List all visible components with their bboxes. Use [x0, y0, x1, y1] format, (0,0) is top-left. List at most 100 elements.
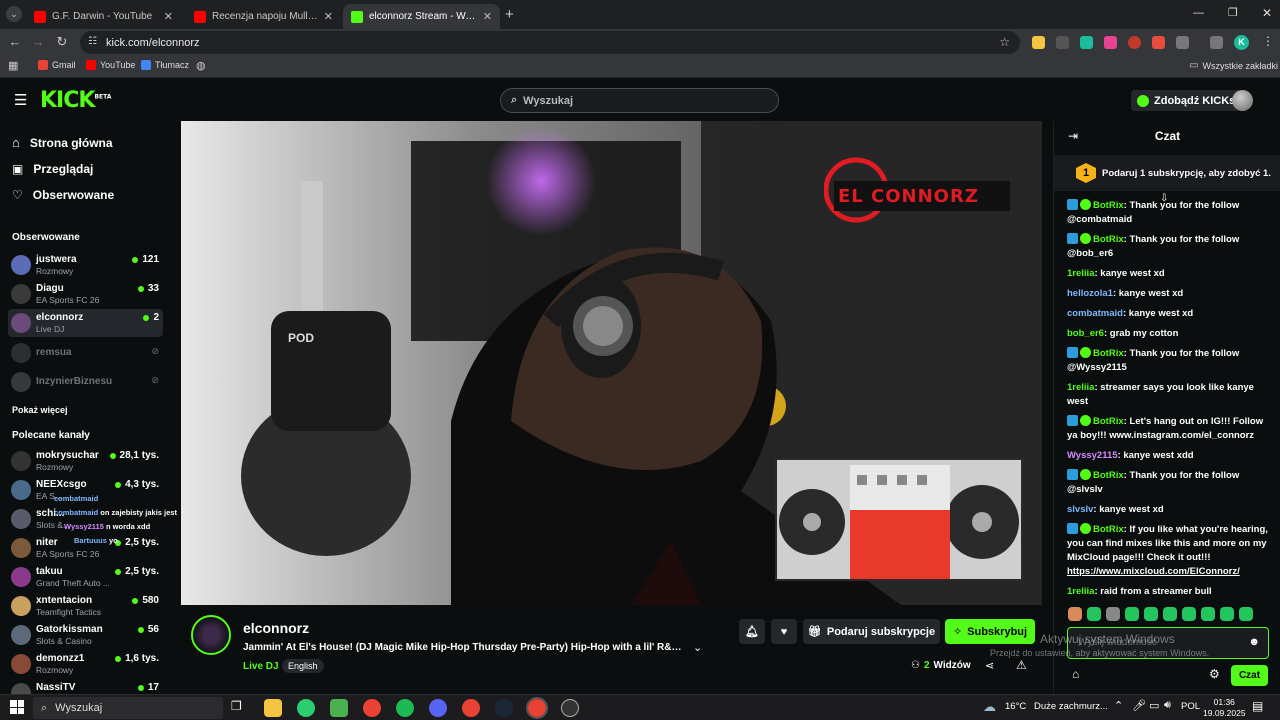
- forward-icon[interactable]: →: [29, 34, 47, 49]
- browser-tab-youtube-darwin[interactable]: G.F. Darwin - YouTube ✕: [26, 4, 181, 29]
- recommended-channel[interactable]: demonzz1 Rozmowy 1,6 tys.: [8, 650, 163, 678]
- emote-icon[interactable]: [1125, 607, 1139, 621]
- browser-menu-icon[interactable]: ⋮: [1262, 34, 1274, 48]
- recommended-channel[interactable]: Gatorkissman Slots & Casino 56: [8, 621, 163, 649]
- chat-username[interactable]: slvslv: [1067, 504, 1093, 515]
- chat-username[interactable]: BotRix: [1093, 200, 1124, 211]
- chat-link[interactable]: https://www.mixcloud.com/ElConnorz/: [1067, 566, 1240, 577]
- task-view-icon[interactable]: ❐: [231, 699, 249, 717]
- chat-username[interactable]: Wyssy2115: [1067, 450, 1118, 461]
- chat-username[interactable]: BotRix: [1093, 234, 1124, 245]
- close-window-icon[interactable]: ✕: [1262, 6, 1272, 20]
- video-player[interactable]: POD EL CONNORZ: [181, 121, 1042, 605]
- followed-channel-inzynierbiznesu[interactable]: InzynierBiznesu ⊘: [8, 368, 163, 396]
- taskbar-search[interactable]: ⌕ Wyszukaj: [33, 697, 223, 719]
- emoji-icon[interactable]: ☻: [1248, 636, 1260, 648]
- subscribe-button[interactable]: ✧ Subskrybuj: [945, 619, 1035, 644]
- get-kicks-button[interactable]: Zdobądź KICKs: [1131, 90, 1242, 111]
- weather-icon[interactable]: ☁: [983, 699, 996, 715]
- chat-send-button[interactable]: Czat: [1231, 665, 1268, 686]
- chrome-active-icon[interactable]: [526, 697, 548, 719]
- followed-channel-justwera[interactable]: justwera Rozmowy 121: [8, 251, 163, 279]
- emote-icon[interactable]: [1087, 607, 1101, 621]
- sidebar-nav-following[interactable]: ♡ Obserwowane: [12, 188, 114, 202]
- recommended-channel[interactable]: takuu Grand Theft Auto ... 2,5 tys.: [8, 563, 163, 591]
- bookmark-star-icon[interactable]: ☆: [999, 35, 1010, 49]
- extension-green-icon[interactable]: [1080, 36, 1093, 49]
- close-tab-icon[interactable]: ✕: [164, 10, 173, 23]
- gift-subscriptions-button[interactable]: 🎁︎ Podaruj subskrypcje: [803, 619, 940, 644]
- close-tab-icon[interactable]: ✕: [483, 10, 492, 23]
- chat-settings-icon[interactable]: ⚙: [1209, 667, 1220, 681]
- chat-username[interactable]: combatmaid: [1067, 308, 1123, 319]
- search-input[interactable]: ⌕ Wyszukaj: [500, 88, 779, 113]
- expand-title-icon[interactable]: ⌄: [693, 641, 702, 654]
- chrome-icon[interactable]: [462, 699, 480, 717]
- steam-icon[interactable]: [495, 699, 513, 717]
- chrome-icon[interactable]: [363, 699, 381, 717]
- extension-shield-icon[interactable]: [1152, 36, 1165, 49]
- sidebar-nav-browse[interactable]: ▣ Przeglądaj: [12, 162, 93, 176]
- sidebar-nav-home[interactable]: ⌂ Strona główna: [12, 135, 113, 150]
- extension-pen-icon[interactable]: [1104, 36, 1117, 49]
- apps-grid-icon[interactable]: ▦: [8, 59, 18, 72]
- close-tab-icon[interactable]: ✕: [324, 10, 333, 23]
- microphone-icon[interactable]: 🎤︎: [1132, 699, 1146, 712]
- chat-username[interactable]: 1reliia: [1067, 268, 1094, 279]
- spotify-icon[interactable]: [396, 699, 414, 717]
- gift-shop-icon[interactable]: ⌂: [1072, 667, 1079, 681]
- show-more-link[interactable]: Pokaż więcej: [12, 405, 68, 415]
- stream-language-tag[interactable]: English: [282, 659, 324, 673]
- extension-red-icon[interactable]: [1128, 36, 1141, 49]
- emote-icon[interactable]: [1144, 607, 1158, 621]
- streamer-avatar[interactable]: [191, 615, 231, 655]
- streamer-name[interactable]: elconnorz: [243, 620, 309, 636]
- chat-username[interactable]: BotRix: [1093, 470, 1124, 481]
- browser-tab-kick[interactable]: elconnorz Stream - Watch Live... ✕: [343, 4, 500, 29]
- emote-icon[interactable]: [1163, 607, 1177, 621]
- extension-pro-icon[interactable]: [1056, 36, 1069, 49]
- reload-icon[interactable]: ↻: [53, 34, 71, 50]
- emote-icon[interactable]: [1220, 607, 1234, 621]
- weather-description[interactable]: Duże zachmurz...: [1034, 701, 1108, 712]
- kick-logo[interactable]: KICKBETA: [40, 88, 111, 113]
- recommended-channel[interactable]: xntentacion Teamfight Tactics 580: [8, 592, 163, 620]
- bookmark-youtube[interactable]: YouTube: [86, 60, 135, 70]
- bookmark-gmail[interactable]: Gmail: [38, 60, 76, 70]
- chat-username[interactable]: bob_er6: [1067, 328, 1104, 339]
- chat-username[interactable]: BotRix: [1093, 348, 1124, 359]
- share-icon[interactable]: ⋖: [985, 659, 994, 672]
- chat-username[interactable]: 1reliia: [1067, 586, 1094, 597]
- follow-button[interactable]: ♥: [771, 619, 797, 644]
- notifications-icon[interactable]: ▤: [1252, 699, 1263, 713]
- new-tab-button[interactable]: +: [505, 6, 514, 23]
- emote-icon[interactable]: [1182, 607, 1196, 621]
- chat-username[interactable]: 1reliia: [1067, 382, 1094, 393]
- back-icon[interactable]: ←: [6, 34, 24, 49]
- extensions-puzzle-icon[interactable]: [1176, 36, 1189, 49]
- followed-channel-elconnorz[interactable]: elconnorz Live DJ 2: [8, 309, 163, 337]
- volume-icon[interactable]: 🔊︎: [1164, 699, 1171, 712]
- emote-icon[interactable]: [1068, 607, 1082, 621]
- weather-temp[interactable]: 16°C: [1005, 701, 1026, 712]
- taskbar-clock[interactable]: 01:36 19.09.2025: [1203, 697, 1246, 719]
- chat-username[interactable]: BotRix: [1093, 416, 1124, 427]
- user-avatar[interactable]: [1232, 90, 1253, 111]
- file-explorer-icon[interactable]: [264, 699, 282, 717]
- browser-tab-youtube-review[interactable]: Recenzja napoju Mullermilch o... ✕: [186, 4, 341, 29]
- followed-channel-diagu[interactable]: Diagu EA Sports FC 26 33: [8, 280, 163, 308]
- chat-username[interactable]: BotRix: [1093, 524, 1124, 535]
- minimize-icon[interactable]: —: [1193, 7, 1204, 19]
- maximize-icon[interactable]: ❐: [1228, 6, 1238, 19]
- tray-chevron-icon[interactable]: ⌃: [1114, 699, 1123, 712]
- profile-avatar[interactable]: K: [1234, 35, 1249, 50]
- emote-icon[interactable]: [1239, 607, 1253, 621]
- notification-bell-button[interactable]: 🔔︎: [739, 619, 765, 644]
- chat-username[interactable]: hellozola1: [1067, 288, 1113, 299]
- stream-category[interactable]: Live DJ: [243, 661, 279, 672]
- tab-search-button[interactable]: ⌄: [6, 6, 22, 22]
- report-icon[interactable]: ⚠: [1016, 658, 1027, 672]
- globe-icon[interactable]: ◍: [196, 59, 206, 72]
- address-bar[interactable]: ☷ kick.com/elconnorz ☆: [80, 31, 1020, 54]
- network-icon[interactable]: ▭: [1149, 699, 1159, 712]
